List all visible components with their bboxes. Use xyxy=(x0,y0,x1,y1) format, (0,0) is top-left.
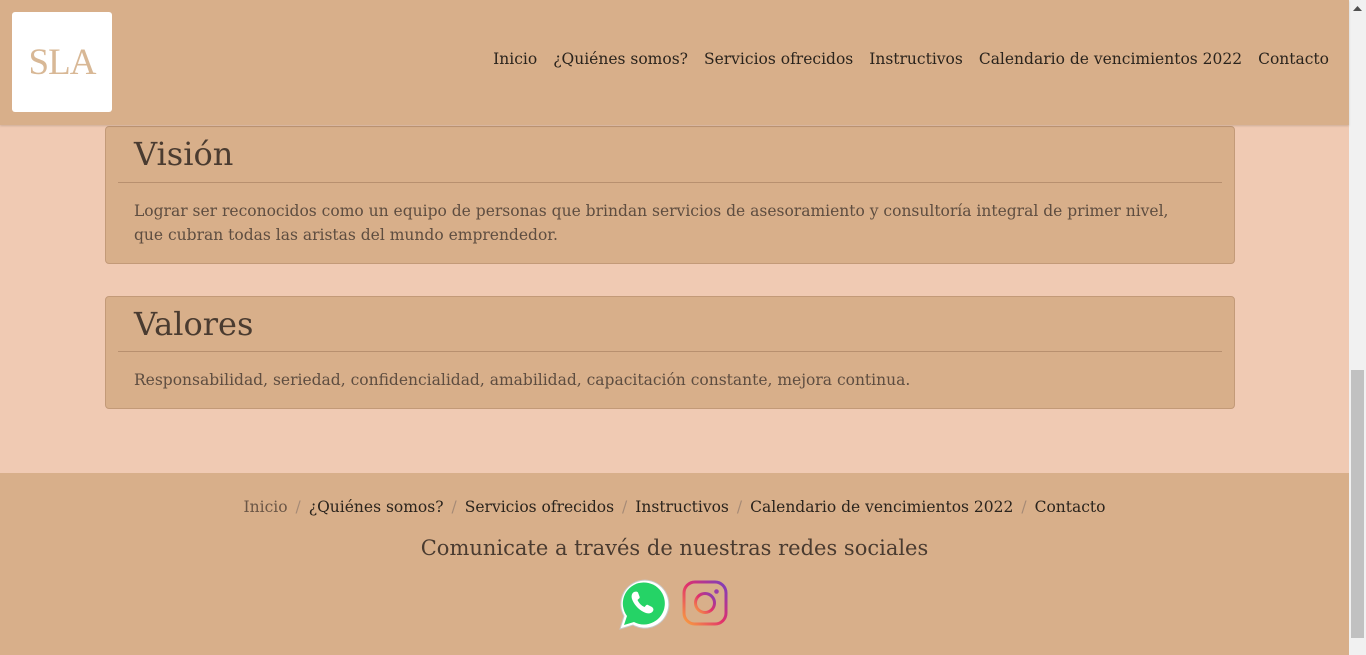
main-nav: Inicio ¿Quiénes somos? Servicios ofrecid… xyxy=(477,50,1329,68)
breadcrumb-separator: / xyxy=(736,498,743,516)
nav-inicio[interactable]: Inicio xyxy=(493,50,537,68)
breadcrumb-servicios[interactable]: Servicios ofrecidos xyxy=(465,498,614,516)
valores-text: Responsabilidad, seriedad, confidenciali… xyxy=(134,371,911,389)
scrollbar-thumb[interactable] xyxy=(1351,370,1364,638)
breadcrumb-separator: / xyxy=(451,498,457,516)
nav-contacto[interactable]: Contacto xyxy=(1258,50,1329,68)
breadcrumb-inicio: Inicio xyxy=(243,498,288,516)
breadcrumb-instructivos[interactable]: Instructivos xyxy=(635,498,729,516)
valores-title: Valores xyxy=(134,305,254,343)
nav-quienes-somos[interactable]: ¿Quiénes somos? xyxy=(553,50,688,68)
footer-breadcrumb: Inicio / ¿Quiénes somos? / Servicios ofrecid… xyxy=(0,498,1349,516)
site-header: SLA Inicio ¿Quiénes somos? Servicios ofr… xyxy=(0,0,1349,125)
nav-servicios[interactable]: Servicios ofrecidos xyxy=(704,50,853,68)
scroll-up-arrow-icon[interactable] xyxy=(1349,0,1366,17)
logo[interactable]: SLA xyxy=(12,12,112,112)
vision-title: Visión xyxy=(134,135,234,173)
vision-text: Lograr ser reconocidos como un equipo de… xyxy=(134,202,1169,244)
page-scrollbar[interactable] xyxy=(1349,0,1366,655)
divider xyxy=(118,182,1222,183)
nav-calendario[interactable]: Calendario de vencimientos 2022 xyxy=(979,50,1242,68)
page: SLA Inicio ¿Quiénes somos? Servicios ofr… xyxy=(0,0,1349,655)
instagram-icon[interactable] xyxy=(670,580,728,630)
logo-text: SLA xyxy=(28,41,97,83)
breadcrumb-separator: / xyxy=(295,498,301,516)
breadcrumb-quienes-somos[interactable]: ¿Quiénes somos? xyxy=(309,498,444,516)
social-title: Comunicate a través de nuestras redes so… xyxy=(420,536,929,560)
breadcrumb-calendario[interactable]: Calendario de vencimientos 2022 xyxy=(750,498,1013,516)
breadcrumb-contacto[interactable]: Contacto xyxy=(1035,498,1106,516)
divider xyxy=(118,351,1222,352)
valores-card: Valores Responsabilidad, seriedad, confi… xyxy=(105,296,1235,409)
breadcrumb-separator: / xyxy=(622,498,628,516)
site-footer: Inicio / ¿Quiénes somos? / Servicios ofrecid… xyxy=(0,473,1349,655)
nav-instructivos[interactable]: Instructivos xyxy=(869,50,963,68)
whatsapp-icon[interactable] xyxy=(614,575,670,635)
vision-card: Visión Lograr ser reconocidos como un eq… xyxy=(105,126,1235,264)
social-icons xyxy=(614,575,728,635)
breadcrumb-separator: / xyxy=(1021,498,1027,516)
